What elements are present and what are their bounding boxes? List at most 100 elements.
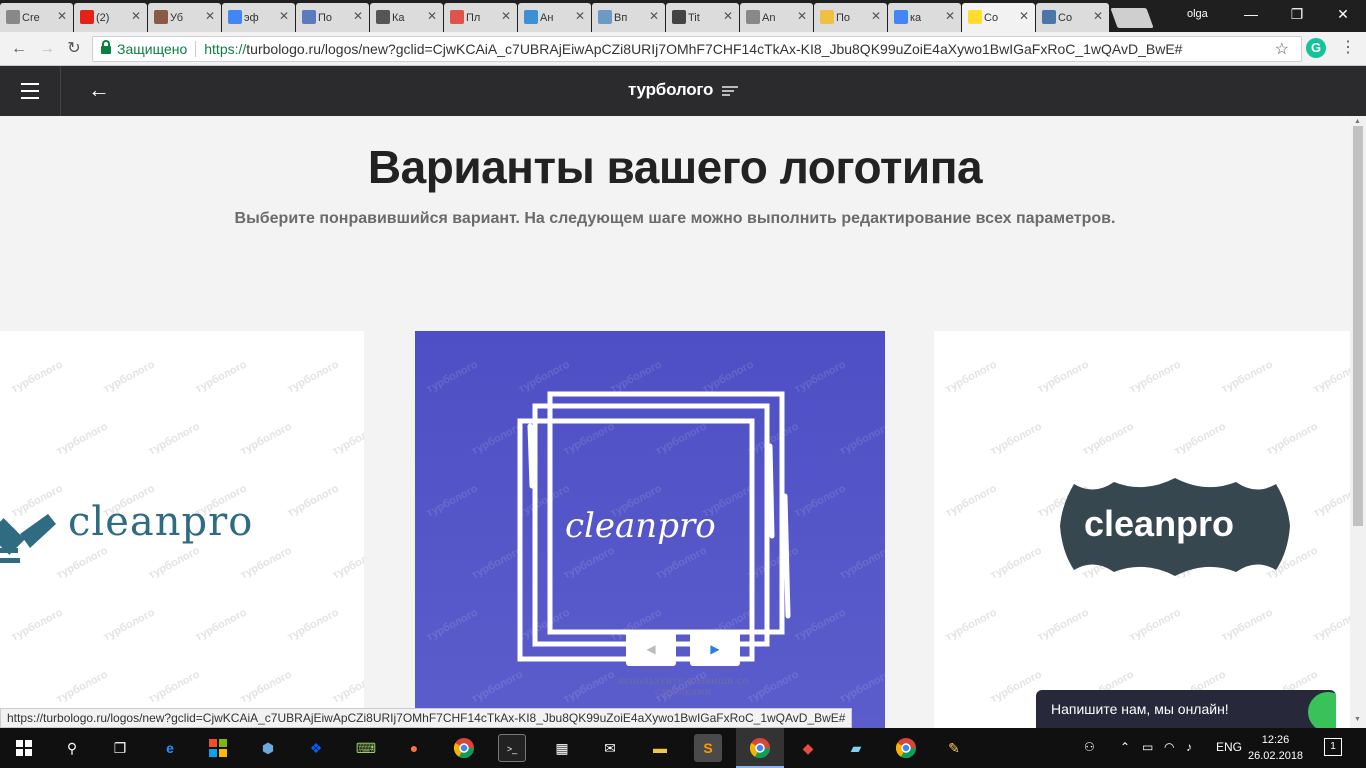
brand-logo[interactable]: турболого [628,80,713,100]
git-icon[interactable]: ◆ [794,734,822,762]
people-icon[interactable]: ⚇ [1084,740,1095,754]
chrome-second-icon[interactable] [892,734,920,762]
back-arrow-icon[interactable]: ← [88,77,110,103]
profile-name[interactable]: olga [1187,8,1208,20]
close-tab-icon[interactable]: ✕ [205,9,215,23]
close-tab-icon[interactable]: ✕ [279,9,289,23]
next-variant-button[interactable]: ▶ [690,632,740,666]
browser-tab[interactable]: эф ✕ [222,3,295,32]
url-text[interactable]: https://turbologo.ru/logos/new?gclid=Cjw… [204,41,1182,57]
watermark-text: турболого [193,606,249,644]
browser-tab[interactable]: Co ✕ [962,3,1035,32]
watermark-text: турболого [943,358,999,396]
watermark-text: турболого [238,544,294,582]
search-icon[interactable]: ⚲ [58,734,86,762]
network-icon[interactable]: ▭ [1142,740,1153,754]
watermark-text: турболого [238,668,294,706]
scrollbar-thumb[interactable] [1353,126,1363,526]
close-tab-icon[interactable]: ✕ [575,9,585,23]
close-tab-icon[interactable]: ✕ [797,9,807,23]
maximize-button[interactable]: ❐ [1274,0,1320,28]
browser-tab[interactable]: Co ✕ [1036,3,1109,32]
notes-icon[interactable]: ▰ [842,734,870,762]
watermark-text: турболого [988,544,1044,582]
browser-tab[interactable]: Пл ✕ [444,3,517,32]
reload-icon[interactable]: ↻ [63,38,85,60]
browser-tab[interactable]: An ✕ [740,3,813,32]
close-tab-icon[interactable]: ✕ [1019,9,1029,23]
close-tab-icon[interactable]: ✕ [1093,9,1103,23]
watermark-text: турболого [101,358,157,396]
browser-tab[interactable]: Tit ✕ [666,3,739,32]
watermark-text: турболого [238,420,294,458]
tray-expand-icon[interactable]: ⌃ [1120,740,1130,754]
browser-tab[interactable]: Ка ✕ [370,3,443,32]
watermark-text: турболого [101,606,157,644]
wifi-icon[interactable]: ◠ [1164,740,1174,754]
close-tab-icon[interactable]: ✕ [57,9,67,23]
browser-tab[interactable]: (2) ✕ [74,3,147,32]
clock[interactable]: 12:26 26.02.2018 [1248,732,1303,764]
browser-tab[interactable]: Уб ✕ [148,3,221,32]
grammarly-extension-icon[interactable]: G [1306,38,1326,58]
close-tab-icon[interactable]: ✕ [501,9,511,23]
close-window-button[interactable]: ✕ [1320,0,1366,28]
watermark-text: турболого [54,420,110,458]
calculator-icon[interactable]: ▦ [548,734,576,762]
page-scrollbar[interactable]: ▲ ▼ [1350,116,1366,728]
network-app-icon[interactable]: ⌨ [352,734,380,762]
language-indicator[interactable]: ENG [1216,740,1242,754]
brand-lines-icon [722,86,738,98]
close-tab-icon[interactable]: ✕ [427,9,437,23]
hamburger-menu-icon[interactable] [0,66,61,116]
bookmark-star-icon[interactable]: ☆ [1275,39,1289,59]
virtualbox-icon[interactable]: ⬢ [254,734,282,762]
close-tab-icon[interactable]: ✕ [649,9,659,23]
mail-icon[interactable]: ✉ [596,734,624,762]
back-icon[interactable]: ← [8,38,30,60]
scroll-up-icon[interactable]: ▲ [1354,118,1361,125]
browser-tab[interactable]: ка ✕ [888,3,961,32]
windows-start-icon[interactable] [10,734,38,762]
watermark-text: турболого [838,420,885,457]
close-tab-icon[interactable]: ✕ [353,9,363,23]
volume-icon[interactable]: ♪ [1186,740,1192,754]
browser-tab[interactable]: Вп ✕ [592,3,665,32]
secure-label: Защищено [117,41,188,57]
tab-title: (2) [96,11,110,24]
paint-icon[interactable]: ✎ [940,734,968,762]
file-explorer-icon[interactable]: ▬ [646,734,674,762]
close-tab-icon[interactable]: ✕ [871,9,881,23]
google-icon [228,10,242,24]
task-view-icon[interactable]: ❐ [106,734,134,762]
prev-variant-button[interactable]: ◀ [626,632,676,666]
chrome-active-icon[interactable] [746,734,774,762]
browser-tab[interactable]: Ан ✕ [518,3,591,32]
browser-tab[interactable]: Cre ✕ [0,3,73,32]
chat-widget[interactable]: Напишите нам, мы онлайн! [1036,690,1336,728]
logo-card-middle[interactable]: турболого турболого турболого турболого турб… [415,331,885,728]
notifications-icon[interactable]: 1 [1324,738,1342,756]
sublime-text-icon[interactable]: S [694,734,722,762]
watermark-text: турболого [193,358,249,396]
minimize-button[interactable]: — [1228,0,1274,28]
browser-menu-icon[interactable]: ⋮ [1340,37,1356,57]
logo-card-left[interactable]: турболого турболого турболого турболого турб… [0,331,364,728]
scroll-down-icon[interactable]: ▼ [1354,716,1361,723]
close-tab-icon[interactable]: ✕ [131,9,141,23]
close-tab-icon[interactable]: ✕ [945,9,955,23]
close-tab-icon[interactable]: ✕ [723,9,733,23]
browser-tab[interactable]: По ✕ [296,3,369,32]
terminal-icon[interactable]: >_ [498,734,526,762]
chrome-icon[interactable] [450,734,478,762]
browser-tab[interactable]: По ✕ [814,3,887,32]
store-icon[interactable] [204,734,232,762]
tab-title: Ан [540,11,554,24]
firefox-icon[interactable]: ● [400,734,428,762]
forward-icon[interactable]: → [36,38,58,60]
dropbox-icon[interactable]: ❖ [302,734,330,762]
logo-card-right[interactable]: турболого турболого турболого турболого турб… [934,331,1350,728]
new-tab-button[interactable] [1110,8,1154,28]
edge-icon[interactable]: e [156,734,184,762]
address-bar[interactable]: Защищено https://turbologo.ru/logos/new?… [92,36,1302,62]
